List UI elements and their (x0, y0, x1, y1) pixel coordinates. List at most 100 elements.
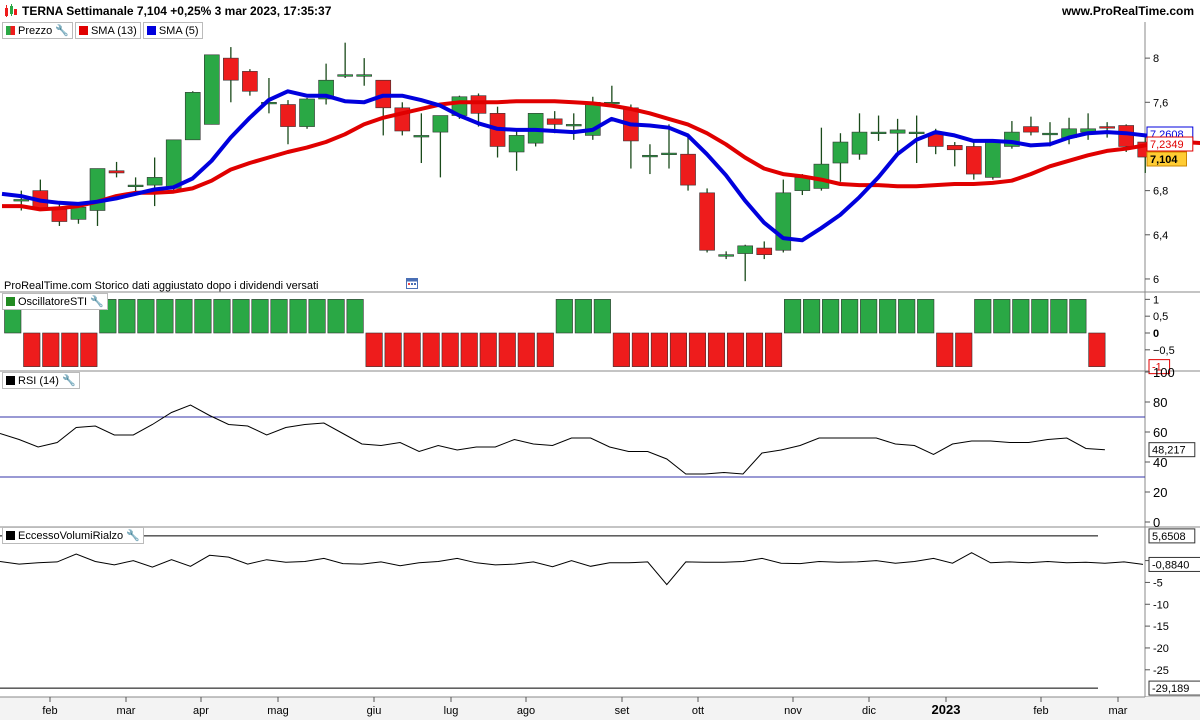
price-axis-tick-label: 8 (1153, 53, 1159, 65)
candle-body (965, 146, 982, 175)
candle-body (946, 145, 963, 151)
oscillator-bar (936, 332, 954, 367)
calendar-icon[interactable] (406, 277, 418, 289)
oscillator-bar (974, 299, 992, 334)
legend-item-volumi[interactable]: EccessoVolumiRialzo 🔧 (2, 527, 144, 544)
volume-level-label: 5,6508 (1152, 531, 1186, 543)
oscillator-bar (403, 332, 421, 367)
candle-body (223, 57, 239, 81)
chart-title: TERNA Settimanale 7,104 +0,25% 3 mar 202… (22, 4, 332, 18)
x-axis-tick-label: mag (267, 705, 288, 717)
volume-axis-tick-label: -25 (1153, 665, 1169, 677)
x-axis-tick-label: mar (117, 705, 136, 717)
wrench-icon[interactable]: 🔧 (126, 529, 140, 542)
legend-item-oscillatore[interactable]: OscillatoreSTI 🔧 (2, 293, 108, 310)
oscillator-bar (764, 332, 783, 367)
x-axis-tick-label: giu (367, 705, 382, 717)
oscillator-bar (650, 332, 668, 367)
legend-label-osc: OscillatoreSTI (18, 295, 88, 308)
legend-item-sma5[interactable]: SMA (5) (142, 22, 203, 39)
oscillator-bar (384, 332, 402, 367)
candle-body (737, 245, 754, 254)
legend-item-sma13[interactable]: SMA (13) (74, 22, 141, 39)
legend-main: Prezzo 🔧 SMA (13) SMA (5) (2, 22, 205, 39)
oscillator-bar (555, 299, 573, 334)
oscillator-bar (118, 299, 136, 334)
oscillator-bar (327, 299, 345, 334)
price-axis-tick-label: 6 (1153, 274, 1159, 286)
oscillator-bar (1050, 299, 1068, 334)
candle-body (1118, 125, 1134, 147)
price-axis-tick-label: 6,4 (1153, 230, 1168, 242)
legend-label-vol: EccessoVolumiRialzo (18, 529, 124, 542)
oscillator-bar (61, 332, 79, 367)
candle-body (680, 153, 696, 186)
candle-body (242, 71, 258, 92)
candle-body (1099, 126, 1115, 129)
candle-body (756, 247, 773, 255)
wrench-icon[interactable]: 🔧 (55, 24, 69, 37)
volume-axis-tick-label: -15 (1153, 621, 1169, 633)
rsi-axis-tick-label: 20 (1153, 485, 1167, 500)
rsi-line (0, 404, 1105, 475)
x-axis-band (0, 697, 1200, 720)
candle-body (299, 98, 315, 127)
chart-canvas: 66,46,87,27,687,26087,23497,10410,50−0,5… (0, 22, 1200, 720)
sma13-line (2, 99, 1200, 212)
legend-osc: OscillatoreSTI 🔧 (2, 293, 110, 310)
candle-body (718, 254, 734, 257)
oscillator-bar (917, 299, 935, 334)
oscillator-bar (1088, 332, 1106, 367)
volume-excess-line (0, 552, 1144, 586)
candle-body (508, 135, 525, 153)
rsi-axis-tick-label: 60 (1153, 425, 1167, 440)
legend-label-sma13: SMA (13) (90, 24, 137, 37)
rsi-last-value: 48,217 (1152, 445, 1186, 457)
x-axis-tick-label: apr (193, 705, 209, 717)
oscillator-axis-tick-label: 0,5 (1153, 311, 1168, 323)
candle-body (832, 141, 849, 164)
candle-body (870, 131, 887, 135)
oscillator-bar (536, 332, 554, 367)
legend-item-prezzo[interactable]: Prezzo 🔧 (2, 22, 73, 39)
candle-body (280, 104, 296, 127)
oscillator-bar (42, 332, 60, 367)
oscillator-bar (365, 332, 383, 367)
candle-body (813, 163, 830, 189)
x-axis-tick-label: dic (862, 705, 877, 717)
oscillator-bar (517, 332, 535, 367)
x-axis-tick-label: lug (444, 705, 459, 717)
x-axis-tick-label: mar (1109, 705, 1128, 717)
legend-item-rsi[interactable]: RSI (14) 🔧 (2, 372, 80, 389)
oscillator-bar (631, 332, 649, 367)
sma13-value-label: 7,2349 (1150, 139, 1184, 151)
candle-body (661, 152, 677, 155)
x-axis-tick-label: feb (42, 705, 57, 717)
oscillator-axis-tick-label: 0 (1153, 328, 1159, 340)
oscillator-bar (498, 332, 516, 367)
oscillator-bar (784, 299, 802, 334)
wrench-icon[interactable]: 🔧 (62, 374, 76, 387)
candle-body (146, 177, 163, 186)
oscillator-bar (1031, 299, 1049, 334)
x-axis-tick-label: ago (517, 705, 535, 717)
legend-rsi: RSI (14) 🔧 (2, 372, 82, 389)
candle-body (184, 92, 201, 141)
volume-level-label: -29,189 (1152, 683, 1189, 695)
oscillator-bar (841, 299, 859, 334)
legend-label-prezzo: Prezzo (18, 24, 53, 37)
wrench-icon[interactable]: 🔧 (90, 295, 104, 308)
volume-axis-tick-label: -10 (1153, 599, 1169, 611)
oscillator-bar (232, 299, 250, 334)
oscillator-bar (822, 299, 840, 334)
site-link[interactable]: www.ProRealTime.com (1062, 4, 1194, 18)
x-axis-tick-label: ott (692, 705, 704, 717)
oscillator-axis-tick-label: 1 (1153, 294, 1159, 306)
oscillator-bar (688, 332, 707, 367)
oscillator-bar (270, 299, 288, 334)
candle-body (432, 115, 449, 133)
legend-vol: EccessoVolumiRialzo 🔧 (2, 527, 146, 544)
candle-body (337, 74, 353, 77)
oscillator-bar (612, 332, 630, 367)
rsi-axis-tick-label: 80 (1153, 395, 1167, 410)
